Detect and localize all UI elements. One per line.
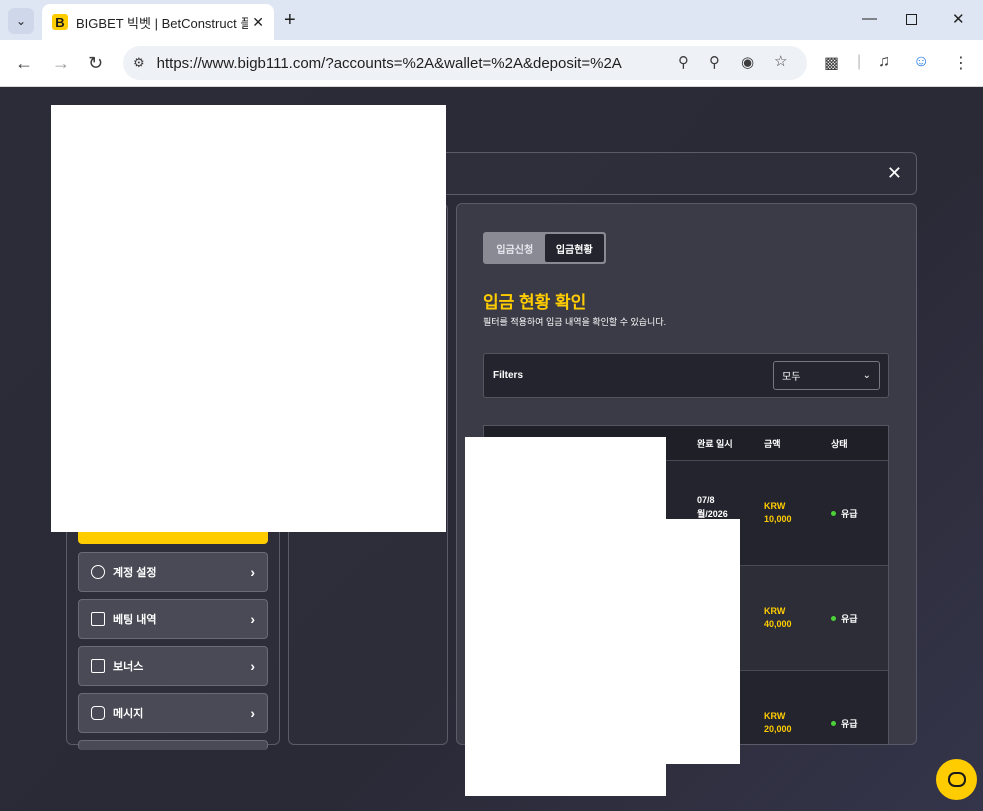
column-header-status: 상태 [831,439,848,449]
chat-bubble-icon [947,772,966,787]
sidebar-item-partial[interactable] [78,740,268,750]
status-badge: 유급 [831,507,858,520]
toolbar-divider: | [857,53,862,70]
browser-toolbar: ← → ↻ ⚙ https://www.bigb111.com/?account… [0,40,983,87]
gift-icon [91,659,105,673]
date-line1: 07/8 [697,495,715,505]
site-info-icon[interactable]: ⚙ [133,55,145,71]
currency: KRW [764,501,786,511]
tab-title: BIGBET 빅벳 | BetConstruct 플 [76,15,248,31]
url-text[interactable]: https://www.bigb111.com/?accounts=%2A&wa… [157,55,622,72]
address-bar[interactable]: ⚙ https://www.bigb111.com/?accounts=%2A&… [123,46,807,80]
sidebar-item-betting-history[interactable]: 베팅 내역 › [78,599,268,639]
favicon-icon: B [52,14,68,30]
chevron-right-icon: › [250,658,255,674]
sidebar-item-messages[interactable]: 메시지 › [78,693,268,733]
plus-icon[interactable]: + [284,9,296,32]
status-badge: 유급 [831,717,858,730]
browser-tab[interactable]: B BIGBET 빅벳 | BetConstruct 플 ✕ [42,4,274,40]
sidebar-item-account-settings[interactable]: 계정 설정 › [78,552,268,592]
page-title: 입금 현황 확인 [483,293,587,312]
chevron-right-icon: › [250,705,255,721]
tab-deposit-status[interactable]: 입금현황 [544,234,604,262]
kebab-menu-icon[interactable]: ⋮ [953,53,969,73]
currency: KRW [764,711,786,721]
close-icon[interactable]: ✕ [952,10,965,28]
minimize-icon[interactable]: — [862,10,877,27]
row-amount: KRW 10,000 [764,500,792,526]
sidebar-item-label: 보너스 [113,661,144,673]
filter-value: 모두 [782,372,801,383]
user-circle-icon [91,565,105,579]
deposit-tabs: 입금신청 입금현황 [483,232,606,264]
sidebar-item-bonus[interactable]: 보너스 › [78,646,268,686]
chat-button[interactable] [936,759,977,800]
browser-tabbar: ⌄ B BIGBET 빅벳 | BetConstruct 플 ✕ + — ✕ [0,0,983,40]
sidebar-item-label: 메시지 [113,708,144,720]
row-amount: KRW 40,000 [764,605,792,631]
status-text: 유급 [841,614,858,624]
receipt-icon [91,612,105,626]
chevron-right-icon: › [250,611,255,627]
status-dot-icon [831,721,836,726]
redacted-area [465,437,666,796]
profile-icon[interactable]: ☺ [913,53,929,71]
star-icon[interactable]: ☆ [774,52,787,70]
sidebar-item-label: 베팅 내역 [113,614,157,626]
filters-bar: Filters 모두 ⌄ [483,353,889,398]
zoom-icon[interactable]: ⚲ [678,53,689,71]
amount: 20,000 [764,724,792,734]
forward-arrow-icon[interactable]: → [52,53,70,74]
redacted-area [51,105,446,532]
status-badge: 유급 [831,612,858,625]
redacted-area [666,519,740,764]
row-date: 07/8 월/2026 [697,493,728,521]
tab-deposit-request[interactable]: 입금신청 [485,234,545,262]
chevron-right-icon: › [250,564,255,580]
eye-off-icon[interactable]: ◉ [741,53,754,71]
filters-label: Filters [493,370,524,381]
close-icon[interactable]: ✕ [252,14,264,31]
puzzle-icon[interactable]: ▩ [824,53,839,73]
chevron-down-icon: ⌄ [862,370,871,381]
status-text: 유급 [841,509,858,519]
amount: 10,000 [764,514,792,524]
currency: KRW [764,606,786,616]
maximize-icon[interactable] [906,14,917,25]
column-header-date: 완료 일시 [697,439,733,449]
amount: 40,000 [764,619,792,629]
chevron-down-icon[interactable]: ⌄ [8,8,34,34]
reload-icon[interactable]: ↻ [88,53,103,74]
status-filter-select[interactable]: 모두 ⌄ [773,361,880,390]
status-text: 유급 [841,719,858,729]
key-icon[interactable]: ⚲ [709,53,720,71]
sidebar-item-label: 계정 설정 [113,567,157,579]
status-dot-icon [831,511,836,516]
column-header-amount: 금액 [764,439,781,449]
back-arrow-icon[interactable]: ← [15,53,33,74]
row-amount: KRW 20,000 [764,710,792,736]
close-icon[interactable]: ✕ [887,163,902,184]
page-subtitle: 필터를 적용하여 입금 내역을 확인할 수 있습니다. [483,317,667,327]
message-icon [91,706,105,720]
status-dot-icon [831,616,836,621]
media-queue-icon[interactable]: ♫ [878,53,890,71]
